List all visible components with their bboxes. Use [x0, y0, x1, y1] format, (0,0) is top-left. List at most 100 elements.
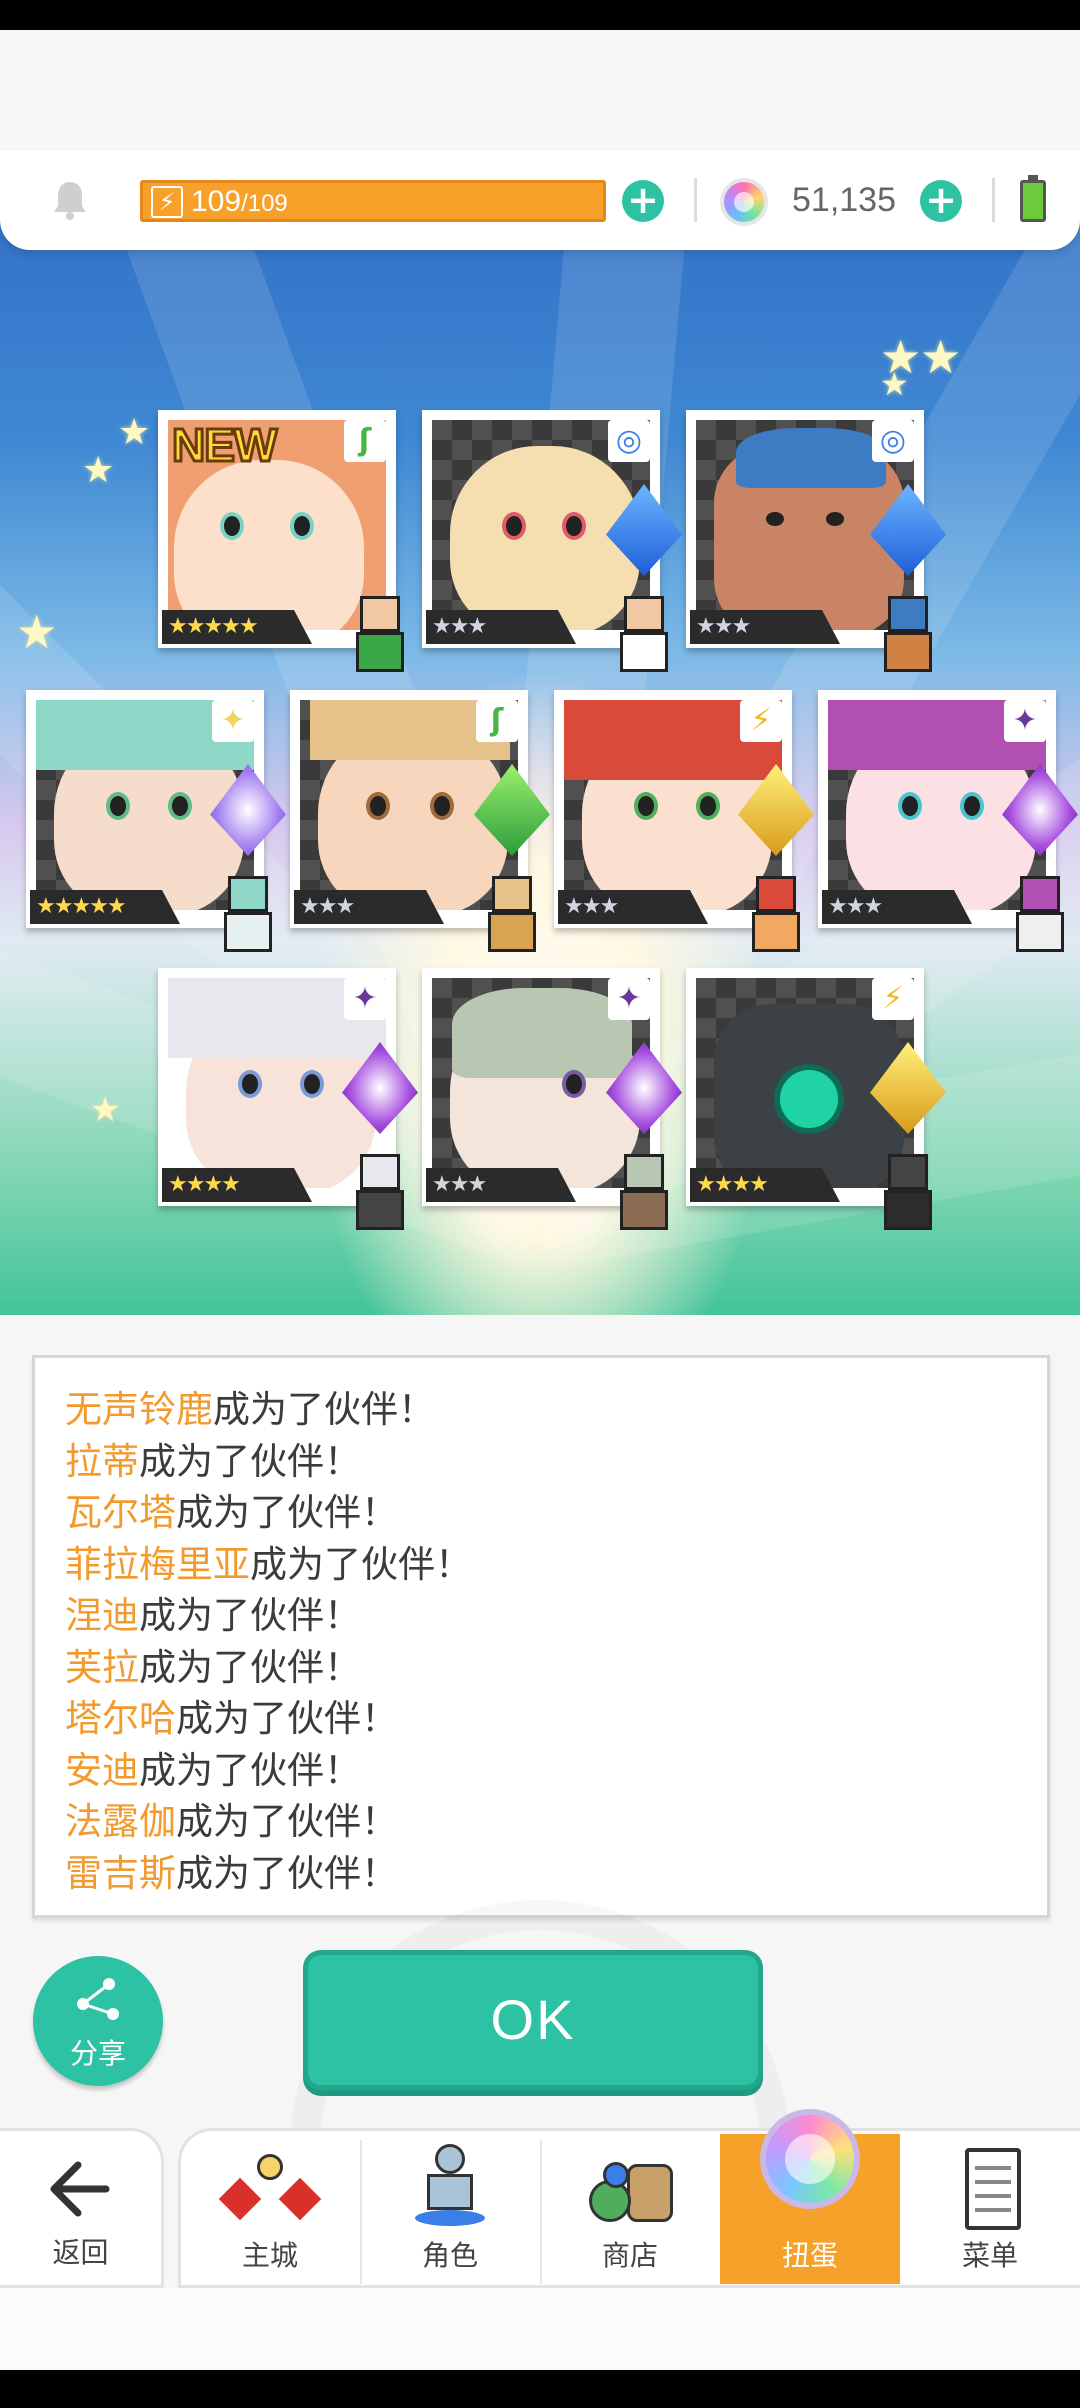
hero-eye	[898, 792, 922, 820]
star-rating: ★★★	[426, 610, 576, 644]
message-line: 芙拉成为了伙伴！	[65, 1645, 361, 1689]
hero-eye	[766, 512, 784, 526]
message-line: 法露伽成为了伙伴！	[65, 1800, 398, 1843]
add-gems-button[interactable]: +	[920, 180, 962, 222]
bell-icon[interactable]	[46, 176, 94, 224]
thunder-element-icon: ⚡	[872, 978, 914, 1020]
hero-eye	[960, 792, 984, 820]
hero-eye	[826, 512, 844, 526]
hero-sprite	[876, 1154, 940, 1234]
leaf-element-icon: ʃ	[344, 420, 386, 462]
energy-value: 109/109	[191, 185, 288, 218]
energy-meter: ⚡ 109/109	[140, 180, 606, 222]
bottom-safe-area	[0, 2288, 1080, 2370]
hero-sprite	[612, 596, 676, 676]
star-rating: ★★★★	[162, 1168, 312, 1202]
hero-sprite	[348, 1154, 412, 1234]
message-line: 拉蒂成为了伙伴！	[65, 1439, 361, 1483]
system-navigation-bar	[0, 2370, 1080, 2408]
tab-label: 角色	[421, 2239, 478, 2272]
hero-eye	[502, 512, 526, 540]
message-line: 塔尔哈成为了伙伴！	[65, 1697, 398, 1740]
tab-shop[interactable]: 商店	[540, 2134, 720, 2284]
hero-card[interactable]: ✦ ★★★	[422, 968, 682, 1230]
star-rating: ★★★	[690, 610, 840, 644]
message-line: 无声铃鹿成为了伙伴！	[65, 1388, 435, 1431]
hero-sprite	[876, 596, 940, 676]
gem-icon	[720, 178, 768, 226]
hero-sprite	[744, 876, 808, 956]
hero-eye	[562, 1070, 586, 1098]
star-rating: ★★★	[822, 890, 972, 924]
light-element-icon: ✦	[212, 700, 254, 742]
shop-bag-icon	[585, 2144, 675, 2234]
dark-element-icon: ✦	[608, 978, 650, 1020]
tab-label: 菜单	[961, 2239, 1018, 2272]
star-icon: ★	[880, 365, 909, 403]
star-icon: ★	[90, 1090, 121, 1130]
hero-card[interactable]: ✦ ★★★★	[158, 968, 418, 1230]
star-icon: ★	[920, 330, 962, 384]
system-status-bar	[0, 0, 1080, 30]
hero-eye	[106, 792, 130, 820]
menu-list-icon	[945, 2144, 1035, 2234]
robot-visor	[774, 1064, 844, 1134]
tab-label: 主城	[241, 2239, 298, 2272]
hero-eye	[290, 512, 314, 540]
star-rating: ★★★★★	[162, 610, 312, 644]
share-icon	[77, 1978, 119, 2020]
ok-button[interactable]: OK	[303, 1950, 763, 2090]
tab-gacha[interactable]: 扭蛋	[720, 2109, 900, 2284]
hero-card-new[interactable]: NEW ʃ ★★★★★	[158, 410, 404, 672]
water-element-icon: ◎	[608, 420, 650, 462]
hero-card[interactable]: ◎ ★★★	[686, 410, 946, 672]
castle-icon	[218, 2144, 322, 2234]
resource-bar: ⚡ 109/109 + 51,135 +	[0, 150, 1080, 250]
add-energy-button[interactable]: +	[622, 180, 664, 222]
dark-element-icon: ✦	[1004, 700, 1046, 742]
message-line: 菲拉梅里亚成为了伙伴！	[65, 1542, 472, 1586]
battery-icon	[1020, 175, 1046, 222]
divider	[992, 178, 995, 222]
hero-card[interactable]: ⚡ ★★★	[554, 690, 814, 952]
star-icon: ★	[82, 450, 115, 491]
water-element-icon: ◎	[872, 420, 914, 462]
tab-label: 商店	[601, 2239, 658, 2272]
message-line: 雷吉斯成为了伙伴！	[65, 1851, 398, 1895]
hero-eye	[696, 792, 720, 820]
star-rating: ★★★	[426, 1168, 576, 1202]
star-rating: ★★★★	[690, 1168, 840, 1202]
tab-menu[interactable]: 菜单	[900, 2134, 1080, 2284]
back-arrow-icon	[50, 2161, 110, 2217]
hero-sprite	[480, 876, 544, 956]
hero-eye	[238, 1070, 262, 1098]
hero-eye	[300, 1070, 324, 1098]
hero-card[interactable]: ✦ ★★★	[818, 690, 1078, 952]
gem-count: 51,135	[792, 181, 896, 219]
divider	[694, 178, 697, 222]
hero-card[interactable]: ✦ ★★★★★	[26, 690, 286, 952]
top-blank-area	[0, 30, 1080, 170]
hero-face	[174, 460, 364, 630]
star-icon: ★	[118, 412, 151, 453]
share-button[interactable]: 分享	[33, 1956, 163, 2086]
hero-eye	[168, 792, 192, 820]
message-line: 涅迪成为了伙伴！	[65, 1594, 361, 1637]
hero-sprite	[1008, 876, 1072, 956]
hero-eye	[634, 792, 658, 820]
hero-eye	[220, 512, 244, 540]
back-button[interactable]: 返回	[0, 2128, 164, 2288]
recruit-message-panel: 无声铃鹿成为了伙伴！ 拉蒂成为了伙伴！ 瓦尔塔成为了伙伴！ 菲拉梅里亚成为了伙伴…	[32, 1355, 1050, 1918]
star-rating: ★★★	[558, 890, 708, 924]
message-line: 安迪成为了伙伴！	[65, 1748, 361, 1792]
hero-card[interactable]: ʃ ★★★	[290, 690, 550, 952]
hero-card[interactable]: ⚡ ★★★★	[686, 968, 946, 1230]
hero-sprite	[216, 876, 280, 956]
tab-characters[interactable]: 角色	[360, 2134, 540, 2284]
hero-sprite	[348, 596, 412, 676]
star-rating: ★★★	[294, 890, 444, 924]
tab-main-city[interactable]: 主城	[180, 2134, 360, 2284]
hero-card[interactable]: ◎ ★★★	[422, 410, 682, 672]
star-rating: ★★★★★	[30, 890, 180, 924]
leaf-element-icon: ʃ	[476, 700, 518, 742]
